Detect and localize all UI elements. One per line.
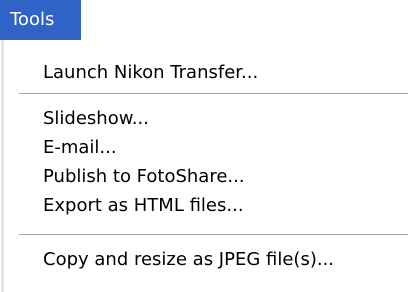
menu-item-publish-to-fotoshare[interactable]: Publish to FotoShare... xyxy=(43,162,245,192)
tools-menu-screen: Tools Launch Nikon Transfer... Slideshow… xyxy=(0,0,409,292)
menu-item-launch-nikon-transfer[interactable]: Launch Nikon Transfer... xyxy=(43,58,258,88)
menu-item-email[interactable]: E-mail... xyxy=(43,133,117,163)
menu-separator xyxy=(19,93,408,95)
tools-dropdown-menu: Launch Nikon Transfer... Slideshow... E-… xyxy=(0,40,409,292)
menu-item-slideshow[interactable]: Slideshow... xyxy=(43,104,149,134)
menu-item-export-as-html-files[interactable]: Export as HTML files... xyxy=(43,191,244,221)
menu-item-copy-and-resize-as-jpeg[interactable]: Copy and resize as JPEG file(s)... xyxy=(43,245,334,275)
menu-separator xyxy=(19,234,408,236)
tools-menu-title[interactable]: Tools xyxy=(0,0,81,40)
